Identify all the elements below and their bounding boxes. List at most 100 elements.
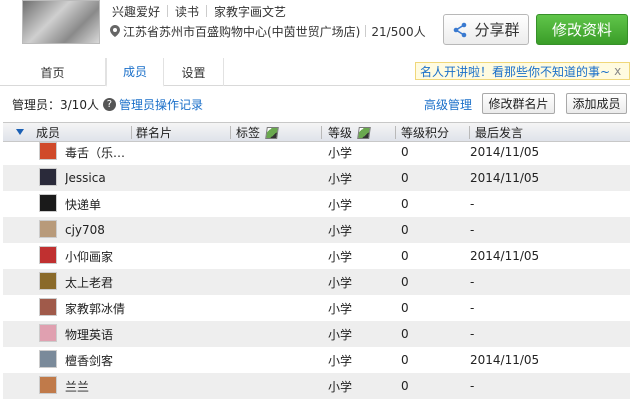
column-label: 成员	[36, 126, 61, 140]
edit-pencil-icon[interactable]	[265, 126, 279, 139]
tab-members[interactable]: 成员	[106, 58, 164, 87]
edit-card-button[interactable]: 修改群名片	[482, 93, 555, 114]
column-label: 群名片	[136, 126, 173, 140]
member-name[interactable]: cjy708	[65, 217, 133, 243]
member-table-header: 成员 群名片 标签 等级 等级积分 最后发言	[3, 122, 630, 142]
tag-label[interactable]: 读书	[175, 3, 199, 20]
member-level: 小学	[328, 379, 353, 394]
member-points: 0	[401, 197, 409, 211]
member-points: 0	[401, 145, 409, 159]
edit-pencil-icon[interactable]	[357, 126, 371, 139]
table-row[interactable]: 兰兰 小学 0 -	[3, 373, 630, 399]
member-points: 0	[401, 249, 409, 263]
advanced-management-link[interactable]: 高级管理	[424, 96, 472, 113]
table-row[interactable]: 物理英语 小学 0 -	[3, 321, 630, 347]
member-last-speak: 2014/11/05	[470, 171, 540, 185]
member-level: 小学	[328, 353, 353, 368]
group-members-window: 兴趣爱好 读书 家教字画文艺 江苏省苏州市百盛购物中心(中茵世贸广场店) 21/…	[0, 0, 630, 402]
avatar[interactable]	[39, 220, 57, 238]
column-label: 等级积分	[401, 126, 450, 140]
member-level: 小学	[328, 171, 353, 186]
col-level[interactable]: 等级	[328, 123, 371, 142]
member-name[interactable]: 太上老君	[65, 269, 133, 295]
member-points: 0	[401, 223, 409, 237]
group-avatar[interactable]	[22, 0, 100, 44]
col-tag[interactable]: 标签	[236, 123, 279, 142]
tag-label[interactable]: 家教字画文艺	[214, 3, 286, 20]
column-label: 标签	[236, 126, 261, 140]
avatar[interactable]	[39, 168, 57, 186]
edit-profile-button[interactable]: 修改资料	[536, 14, 628, 45]
avatar[interactable]	[39, 324, 57, 342]
avatar[interactable]	[39, 298, 57, 316]
member-last-speak: -	[470, 275, 475, 289]
group-tags: 兴趣爱好 读书 家教字画文艺	[112, 3, 286, 19]
avatar[interactable]	[39, 376, 57, 394]
table-row[interactable]: 太上老君 小学 0 -	[3, 269, 630, 295]
promo-banner[interactable]: 名人开讲啦！看那些你不知道的事~ x	[415, 62, 630, 80]
member-table-body: 毒舌（乐… 小学 0 2014/11/05 Jessica 小学 0 2014/…	[3, 142, 630, 402]
member-last-speak: -	[470, 197, 475, 211]
table-row[interactable]: 毒舌（乐… 小学 0 2014/11/05	[3, 142, 630, 165]
table-row[interactable]: 小仰画家 小学 0 2014/11/05	[3, 243, 630, 269]
table-row[interactable]: cjy708 小学 0 -	[3, 217, 630, 243]
add-member-label: 添加成员	[572, 97, 621, 111]
member-level: 小学	[328, 327, 353, 342]
avatar[interactable]	[39, 272, 57, 290]
edit-label: 修改资料	[551, 21, 612, 39]
member-last-speak: -	[470, 223, 475, 237]
member-points: 0	[401, 275, 409, 289]
member-level: 小学	[328, 223, 353, 238]
table-row[interactable]: 快递单 小学 0 -	[3, 191, 630, 217]
member-level: 小学	[328, 275, 353, 290]
member-points: 0	[401, 301, 409, 315]
member-level: 小学	[328, 249, 353, 264]
member-name[interactable]: 兰兰	[65, 373, 133, 399]
member-name[interactable]: 小仰画家	[65, 243, 133, 269]
member-count: 21/500人	[371, 24, 426, 39]
sort-arrow-icon[interactable]	[16, 129, 24, 135]
tab-home[interactable]: 首页	[0, 58, 106, 86]
tag-label[interactable]: 兴趣爱好	[112, 3, 160, 20]
member-level: 小学	[328, 301, 353, 316]
admin-log-link[interactable]: 管理员操作记录	[119, 96, 203, 113]
help-icon[interactable]: ?	[102, 98, 116, 111]
avatar[interactable]	[39, 246, 57, 264]
member-points: 0	[401, 379, 409, 393]
admin-count: 管理员：3/10人	[12, 98, 99, 112]
column-label: 等级	[328, 126, 353, 140]
member-name[interactable]: 物理英语	[65, 321, 133, 347]
edit-card-label: 修改群名片	[488, 97, 549, 111]
share-group-button[interactable]: 分享群	[443, 14, 529, 45]
col-card[interactable]: 群名片	[136, 123, 172, 142]
member-level: 小学	[328, 145, 353, 160]
group-location: 江苏省苏州市百盛购物中心(中茵世贸广场店)	[123, 24, 361, 39]
banner-text: 名人开讲啦！看那些你不知道的事~	[420, 64, 611, 79]
col-last-speak[interactable]: 最后发言	[475, 123, 523, 142]
group-location-line: 江苏省苏州市百盛购物中心(中茵世贸广场店) 21/500人	[110, 23, 426, 39]
add-member-button[interactable]: 添加成员	[566, 93, 627, 114]
member-name[interactable]: Jessica	[65, 165, 133, 191]
close-icon[interactable]: x	[614, 64, 621, 78]
share-icon	[454, 22, 467, 37]
col-member[interactable]: 成员	[36, 123, 60, 142]
table-row[interactable]: 家教郭冰倩 小学 0 -	[3, 295, 630, 321]
avatar[interactable]	[39, 142, 57, 160]
member-last-speak: 2014/11/05	[470, 249, 540, 263]
member-name[interactable]: 檀香剑客	[65, 347, 133, 373]
table-row[interactable]: 檀香剑客 小学 0 2014/11/05	[3, 347, 630, 373]
member-name[interactable]: 毒舌（乐…	[65, 142, 133, 165]
col-points[interactable]: 等级积分	[401, 123, 449, 142]
avatar[interactable]	[39, 194, 57, 212]
avatar[interactable]	[39, 350, 57, 368]
share-label: 分享群	[474, 21, 520, 39]
member-name[interactable]: 家教郭冰倩	[65, 295, 133, 321]
member-last-speak: -	[470, 301, 475, 315]
member-last-speak: 2014/11/05	[470, 353, 540, 367]
member-name[interactable]: 快递单	[65, 191, 133, 217]
table-row[interactable]: Jessica 小学 0 2014/11/05	[3, 165, 630, 191]
member-last-speak: -	[470, 379, 475, 393]
tab-settings[interactable]: 设置	[164, 58, 224, 86]
tab-label: 成员	[122, 65, 147, 79]
column-label: 最后发言	[475, 126, 524, 140]
